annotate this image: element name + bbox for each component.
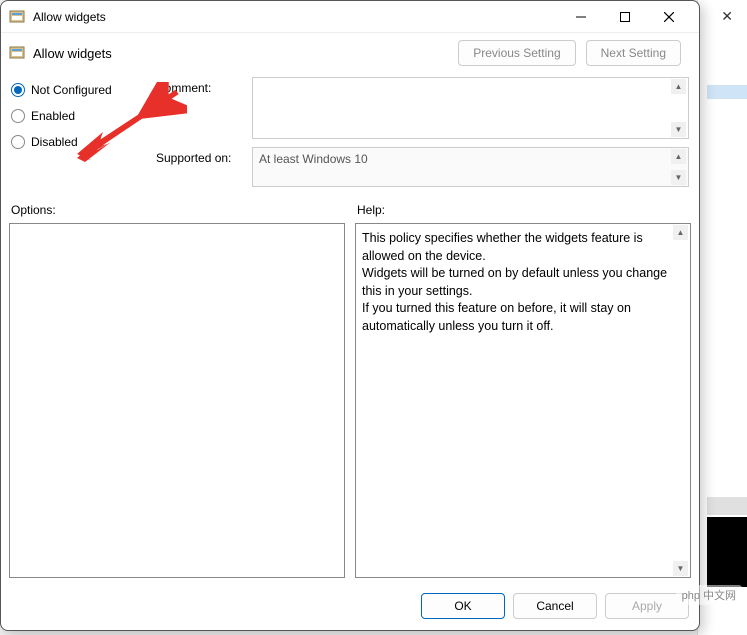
policy-icon xyxy=(9,9,25,25)
comment-row: Comment: ▲ ▼ xyxy=(156,77,689,139)
config-section: Not Configured Enabled Disabled Comment:… xyxy=(1,73,699,191)
close-button[interactable] xyxy=(647,2,691,32)
policy-name: Allow widgets xyxy=(33,46,458,61)
panels-section: Options: Help: This policy specifies whe… xyxy=(1,191,699,582)
help-label: Help: xyxy=(355,203,691,217)
window-controls xyxy=(559,2,691,32)
help-box: This policy specifies whether the widget… xyxy=(355,223,691,578)
bg-close-icon[interactable]: ✕ xyxy=(721,8,733,25)
minimize-button[interactable] xyxy=(559,2,603,32)
scroll-down-icon[interactable]: ▼ xyxy=(671,122,686,137)
options-label: Options: xyxy=(9,203,345,217)
bg-decoration xyxy=(707,517,747,587)
window-title: Allow widgets xyxy=(33,10,559,24)
previous-setting-button[interactable]: Previous Setting xyxy=(458,40,575,66)
supported-value: At least Windows 10 xyxy=(259,152,368,166)
scrollbar[interactable]: ▲ ▼ xyxy=(671,79,686,137)
subheader: Allow widgets Previous Setting Next Sett… xyxy=(1,33,699,73)
scroll-up-icon[interactable]: ▲ xyxy=(671,149,686,164)
supported-textarea: At least Windows 10 ▲ ▼ xyxy=(252,147,689,187)
comment-label: Comment: xyxy=(156,77,244,139)
comment-textarea[interactable]: ▲ ▼ xyxy=(252,77,689,139)
watermark: php 中文网 xyxy=(676,585,742,605)
radio-label: Enabled xyxy=(31,109,75,123)
maximize-button[interactable] xyxy=(603,2,647,32)
bg-decoration xyxy=(707,85,747,99)
policy-icon xyxy=(9,45,25,61)
supported-label: Supported on: xyxy=(156,147,244,187)
policy-dialog: Allow widgets Allow widgets Previous Set… xyxy=(0,0,700,631)
scrollbar[interactable]: ▲ ▼ xyxy=(671,149,686,185)
radio-label: Disabled xyxy=(31,135,78,149)
radio-not-configured[interactable]: Not Configured xyxy=(11,83,146,97)
help-panel: Help: This policy specifies whether the … xyxy=(355,197,691,578)
titlebar: Allow widgets xyxy=(1,1,699,33)
help-content: This policy specifies whether the widget… xyxy=(362,231,667,333)
options-panel: Options: xyxy=(9,197,345,578)
next-setting-button[interactable]: Next Setting xyxy=(586,40,681,66)
radio-enabled[interactable]: Enabled xyxy=(11,109,146,123)
scroll-down-icon[interactable]: ▼ xyxy=(671,170,686,185)
scroll-up-icon[interactable]: ▲ xyxy=(671,79,686,94)
ok-button[interactable]: OK xyxy=(421,593,505,619)
radio-icon xyxy=(11,135,25,149)
scrollbar[interactable]: ▲ ▼ xyxy=(673,225,688,576)
state-radios: Not Configured Enabled Disabled xyxy=(11,77,146,187)
radio-label: Not Configured xyxy=(31,83,112,97)
radio-disabled[interactable]: Disabled xyxy=(11,135,146,149)
supported-row: Supported on: At least Windows 10 ▲ ▼ xyxy=(156,147,689,187)
radio-icon xyxy=(11,83,25,97)
cancel-button[interactable]: Cancel xyxy=(513,593,597,619)
scroll-up-icon[interactable]: ▲ xyxy=(673,225,688,240)
nav-buttons: Previous Setting Next Setting xyxy=(458,40,681,66)
options-box xyxy=(9,223,345,578)
radio-icon xyxy=(11,109,25,123)
bg-decoration xyxy=(707,497,747,515)
scroll-down-icon[interactable]: ▼ xyxy=(673,561,688,576)
dialog-footer: OK Cancel Apply xyxy=(1,582,699,630)
form-column: Comment: ▲ ▼ Supported on: At least Wind… xyxy=(156,77,689,187)
